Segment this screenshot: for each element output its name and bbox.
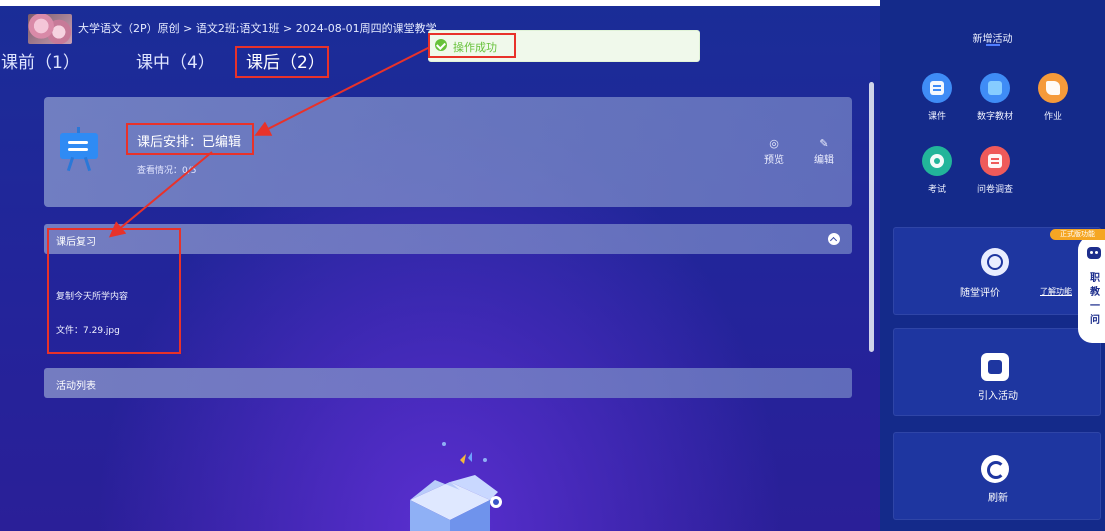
tool-survey[interactable]: 问卷调查 [965,146,1025,195]
main-panel: 大学语文（2P）原创 > 语文2班;语文1班 > 2024-08-01周四的课堂… [0,0,880,531]
activity-list-title: 活动列表 [56,381,96,392]
sidebar-title-underline [986,44,1000,46]
assistant-badge: 正式版功能 [1050,229,1105,240]
tool-survey-label: 问卷调查 [976,185,1013,195]
tool-homework-label: 作业 [1043,112,1062,122]
refresh-label: 刷新 [988,493,1008,504]
arrow-card-to-review [108,151,213,238]
arrow-toast-to-card [254,45,433,136]
assistant-label[interactable]: 职教一问 [1086,272,1104,328]
highlight-box-toast [428,33,516,58]
tool-digital-textbook-label: 数字教材 [976,112,1013,122]
tool-exam[interactable]: 考试 [907,146,967,195]
activity-list-header: 活动列表 [44,368,852,398]
empty-box-illustration [410,442,502,531]
robot-icon [1087,247,1101,259]
tool-digital-textbook[interactable]: 数字教材 [965,73,1025,122]
classroom-evaluation-panel[interactable]: 随堂评价 了解功能 [893,227,1101,315]
tool-courseware-label: 课件 [927,112,946,122]
refresh-panel[interactable]: 刷新 [893,432,1101,520]
tool-courseware[interactable]: 课件 [907,73,967,122]
exam-icon [930,154,944,168]
digital-book-icon [988,81,1002,95]
import-icon [981,353,1009,381]
import-activity-panel[interactable]: 引入活动 [893,328,1101,416]
evaluation-icon [981,248,1009,276]
refresh-icon [981,455,1009,483]
import-label: 引入活动 [978,391,1018,402]
homework-icon [1046,81,1060,95]
courseware-icon [930,81,944,95]
tool-exam-label: 考试 [927,185,946,195]
survey-icon [988,154,1002,168]
learn-feature-link[interactable]: 了解功能 [1040,286,1072,297]
sidebar-title: 新增活动 [972,34,1013,45]
tool-homework[interactable]: 作业 [1023,73,1083,122]
